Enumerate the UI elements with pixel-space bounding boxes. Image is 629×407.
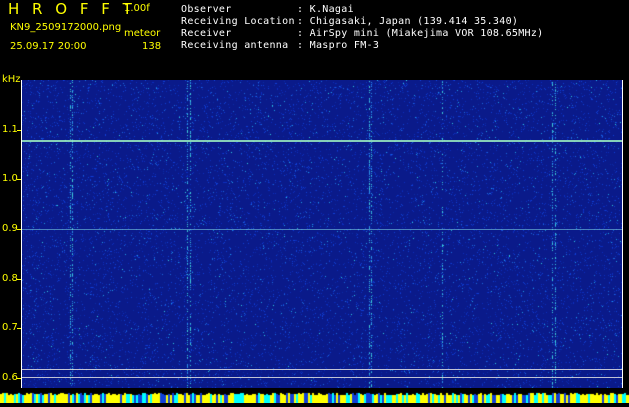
plot-right-axis-line bbox=[622, 80, 623, 388]
info-observer-value: : K.Nagai bbox=[297, 4, 354, 15]
datetime-label: 25.09.17 20:00 bbox=[10, 41, 87, 52]
info-receiver-label: Receiver bbox=[181, 28, 232, 39]
info-observer-label: Observer bbox=[181, 4, 232, 15]
y-tick-label: 0.8 bbox=[2, 272, 18, 284]
y-tick-label: 0.9 bbox=[2, 223, 18, 235]
info-receiver-value: : AirSpy mini (Miakejima VOR 108.65MHz) bbox=[297, 28, 544, 39]
filename-label: KN9_2509172000.png bbox=[10, 22, 122, 33]
carrier-line bbox=[22, 139, 622, 142]
detection-strip-canvas bbox=[0, 391, 629, 403]
y-tick-label: 0.7 bbox=[2, 322, 18, 334]
y-tick-label: 0.6 bbox=[2, 372, 18, 384]
carrier-line bbox=[22, 229, 622, 231]
carrier-line bbox=[22, 376, 622, 378]
count-label: 138 bbox=[142, 41, 162, 52]
info-location-label: Receiving Location bbox=[181, 16, 295, 27]
info-location-value: : Chigasaki, Japan (139.414 35.340) bbox=[297, 16, 519, 27]
source-label: meteor bbox=[124, 28, 161, 39]
info-antenna-label: Receiving antenna bbox=[181, 40, 289, 51]
y-tick-label: 1.0 bbox=[2, 173, 18, 185]
spectrogram-plot bbox=[22, 80, 622, 388]
y-unit-label: kHz bbox=[2, 74, 21, 85]
app-title: H R O F F T bbox=[8, 0, 136, 18]
info-antenna-value: : Maspro FM-3 bbox=[297, 40, 380, 51]
spectrogram-canvas bbox=[22, 80, 622, 388]
carrier-line bbox=[22, 369, 622, 371]
y-tick-label: 1.1 bbox=[2, 123, 18, 135]
version-label: 1.00f bbox=[124, 3, 150, 14]
detection-strip bbox=[0, 388, 629, 403]
plot-left-axis-line bbox=[21, 80, 22, 388]
